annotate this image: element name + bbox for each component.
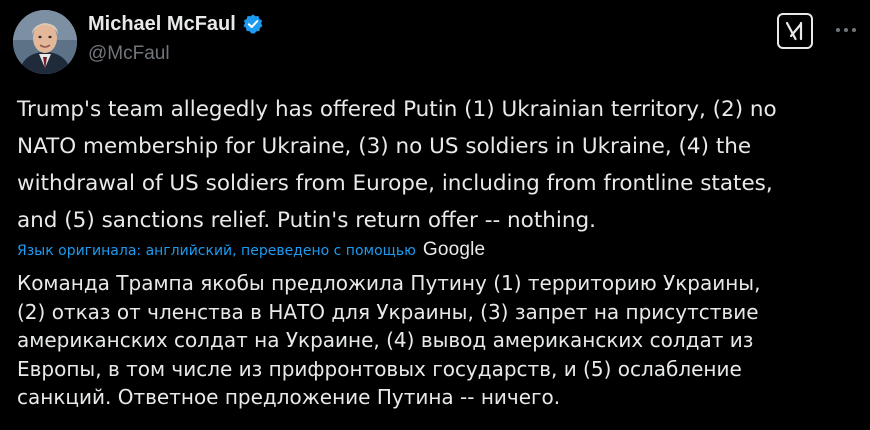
more-options-button[interactable]: [832, 16, 860, 44]
avatar[interactable]: [13, 10, 77, 74]
tweet-text: Trump's team allegedly has offered Putin…: [17, 97, 777, 233]
translation-source-link[interactable]: Язык оригинала: английский, переведено с…: [17, 243, 416, 259]
avatar-image: [13, 10, 77, 74]
grok-button[interactable]: [777, 13, 813, 49]
author-display-name[interactable]: Michael McFaul: [88, 12, 236, 36]
author-handle[interactable]: @McFaul: [88, 42, 170, 66]
google-logo: Google: [422, 239, 486, 260]
translation-attribution[interactable]: Язык оригинала: английский, переведено с…: [17, 239, 485, 261]
author-name-row: Michael McFaul: [88, 12, 264, 36]
more-horizontal-icon: [836, 28, 856, 32]
grok-icon: [785, 21, 803, 41]
translated-text: Команда Трампа якобы предложила Путину (…: [17, 271, 761, 409]
verified-badge-icon: [243, 14, 263, 34]
